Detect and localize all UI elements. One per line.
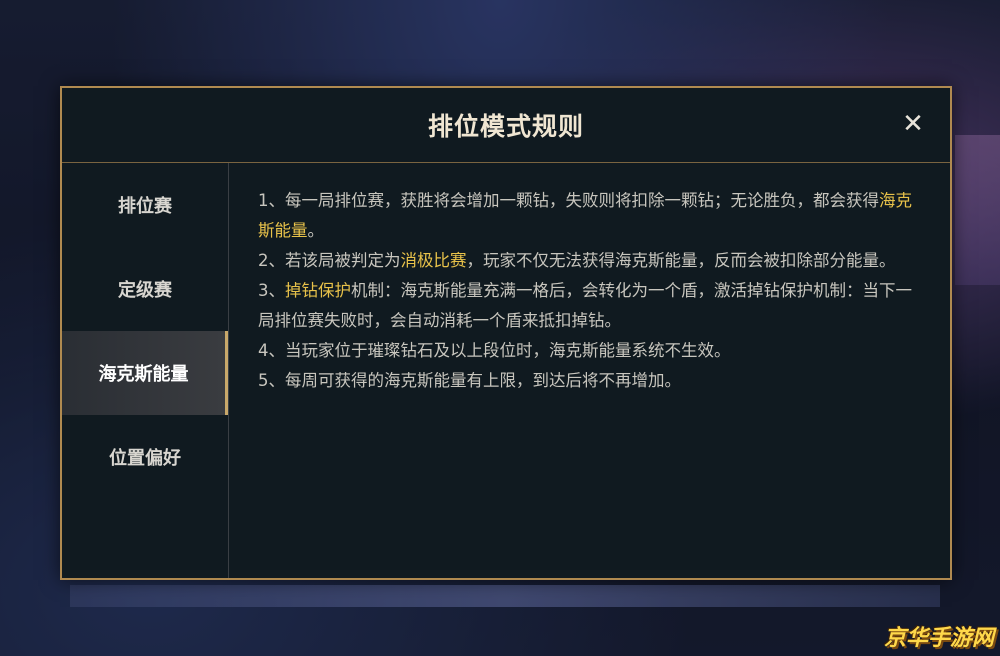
rules-dialog: 排位模式规则 ✕ 排位赛 定级赛 海克斯能量 位置偏好 1、每一局排位赛，获胜将… xyxy=(60,86,952,580)
rule-highlight: 掉钻保护 xyxy=(285,281,351,300)
close-icon[interactable]: ✕ xyxy=(898,106,928,142)
dialog-header: 排位模式规则 ✕ xyxy=(62,88,950,163)
tab-position-preference[interactable]: 位置偏好 xyxy=(62,415,228,499)
tab-label: 位置偏好 xyxy=(109,448,181,469)
rule-4: 4、当玩家位于璀璨钻石及以上段位时，海克斯能量系统不生效。 xyxy=(258,341,731,360)
rules-sidebar: 排位赛 定级赛 海克斯能量 位置偏好 xyxy=(62,163,229,578)
tab-placement[interactable]: 定级赛 xyxy=(62,247,228,331)
tab-label: 定级赛 xyxy=(118,280,172,301)
rules-content: 1、每一局排位赛，获胜将会增加一颗钻，失败则将扣除一颗钻；无论胜负，都会获得海克… xyxy=(258,186,924,396)
rule-5: 5、每周可获得的海克斯能量有上限，到达后将不再增加。 xyxy=(258,371,681,390)
rule-highlight: 消极比赛 xyxy=(400,251,467,270)
tab-hextech-energy[interactable]: 海克斯能量 xyxy=(62,331,228,415)
background-decor-banner xyxy=(955,135,1000,285)
rule-2: 2、若该局被判定为消极比赛，玩家不仅无法获得海克斯能量，反而会被扣除部分能量。 xyxy=(258,246,924,276)
rule-text: 机制：海克斯能量充满一格后，会转化为一个盾，激活掉钻保护机制：当下一局排位赛失败… xyxy=(258,281,912,330)
rule-1: 1、每一局排位赛，获胜将会增加一颗钻，失败则将扣除一颗钻；无论胜负，都会获得海克… xyxy=(258,186,924,246)
site-watermark: 京华手游网 xyxy=(883,626,994,651)
rule-text: 2、若该局被判定为 xyxy=(258,251,401,270)
tab-ranked[interactable]: 排位赛 xyxy=(62,163,228,247)
background-decor-strip xyxy=(70,585,940,607)
rule-text: 3、 xyxy=(258,281,285,300)
rule-text: 1、每一局排位赛，获胜将会增加一颗钻，失败则将扣除一颗钻；无论胜负，都会获得 xyxy=(258,191,879,210)
tab-label: 海克斯能量 xyxy=(98,364,189,385)
rule-text: 。 xyxy=(307,221,325,240)
tab-label: 排位赛 xyxy=(118,196,172,217)
rule-3: 3、掉钻保护机制：海克斯能量充满一格后，会转化为一个盾，激活掉钻保护机制：当下一… xyxy=(258,276,924,336)
dialog-title: 排位模式规则 xyxy=(427,112,584,141)
rule-text: ，玩家不仅无法获得海克斯能量，反而会被扣除部分能量。 xyxy=(466,251,896,270)
